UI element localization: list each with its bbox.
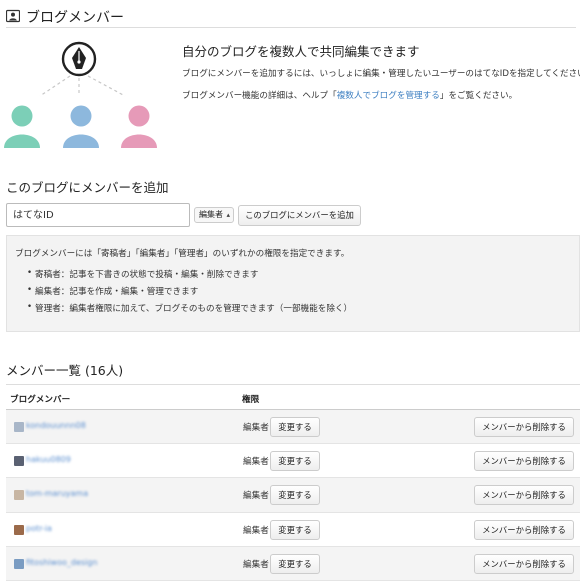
role-item-admin: 管理者：編集者権限に加えて、ブログそのものを管理できます（一部機能を除く）: [27, 302, 352, 319]
intro-help-prefix: ブログメンバー機能の詳細は、ヘルプ「: [182, 91, 337, 101]
role-info-lead: ブログメンバーには「寄稿者」「編集者」「管理者」のいずれかの権限を指定できます。: [15, 249, 350, 259]
hatena-id-input[interactable]: [6, 203, 190, 227]
help-link[interactable]: 複数人でブログを管理する: [337, 91, 440, 101]
role-item-contributor: 寄稿者：記事を下書きの状態で投稿・編集・削除できます: [27, 268, 352, 285]
member-table: ブログメンバー 権限 kondouunnn08 編集者 変更する メンバーから削…: [6, 384, 580, 581]
add-member-title: このブログにメンバーを追加: [6, 180, 169, 195]
intro-description: ブログにメンバーを追加するには、いっしょに編集・管理したいユーザーのはてなIDを…: [182, 69, 580, 79]
remove-member-button[interactable]: メンバーから削除する: [474, 451, 574, 472]
intro-help-text: ブログメンバー機能の詳細は、ヘルプ「複数人でブログを管理する」をご覧ください。: [182, 89, 517, 101]
avatar: [14, 422, 24, 432]
table-row: hakuu0809 編集者 変更する メンバーから削除する: [6, 444, 580, 479]
table-row: fitoshiwoo_design 編集者 変更する メンバーから削除する: [6, 546, 580, 581]
member-name-link[interactable]: potr-ia: [26, 524, 52, 533]
member-role: 編集者: [243, 559, 269, 570]
role-list: 寄稿者：記事を下書きの状態で投稿・編集・削除できます 編集者：記事を作成・編集・…: [27, 268, 352, 319]
member-role: 編集者: [243, 525, 269, 536]
role-info-box: ブログメンバーには「寄稿者」「編集者」「管理者」のいずれかの権限を指定できます。…: [6, 235, 580, 332]
table-row: potr-ia 編集者 変更する メンバーから削除する: [6, 513, 580, 547]
avatar: [14, 456, 24, 467]
member-name-link[interactable]: kondouunnn08: [26, 421, 86, 430]
member-list-title: メンバー一覧 (16人): [6, 363, 124, 378]
change-role-button[interactable]: 変更する: [270, 519, 320, 540]
select-arrows-icon: ▴: [226, 211, 230, 219]
member-name-link[interactable]: hakuu0809: [26, 455, 71, 464]
change-role-button[interactable]: 変更する: [270, 485, 320, 506]
add-member-button[interactable]: このブログにメンバーを追加: [238, 205, 361, 226]
remove-member-button[interactable]: メンバーから削除する: [474, 485, 574, 506]
col-role-header: 権限: [242, 395, 260, 405]
member-card-icon: [6, 9, 20, 23]
avatar: [14, 524, 24, 535]
page-title: ブログメンバー: [26, 10, 124, 26]
member-name-link[interactable]: tom-maruyama: [26, 489, 88, 498]
member-role: 編集者: [243, 423, 269, 433]
col-member-header: ブログメンバー: [10, 395, 71, 405]
change-role-button[interactable]: 変更する: [270, 417, 320, 437]
remove-member-button[interactable]: メンバーから削除する: [474, 519, 574, 540]
role-item-editor: 編集者：記事を作成・編集・管理できます: [27, 285, 352, 302]
table-row: kondouunnn08 編集者 変更する メンバーから削除する: [6, 410, 580, 445]
member-role: 編集者: [243, 457, 269, 468]
avatar: [14, 558, 24, 569]
page-header: ブログメンバー: [6, 6, 576, 28]
pen-nib-with-three-people-icon: [4, 41, 157, 148]
change-role-button[interactable]: 変更する: [270, 451, 320, 472]
intro-title: 自分のブログを複数人で共同編集できます: [182, 44, 420, 59]
avatar: [14, 490, 24, 501]
member-name-link[interactable]: fitoshiwoo_design: [26, 558, 97, 567]
change-role-button[interactable]: 変更する: [270, 553, 320, 574]
member-table-header: ブログメンバー 権限: [6, 384, 580, 410]
table-row: tom-maruyama 編集者 変更する メンバーから削除する: [6, 478, 580, 513]
role-select[interactable]: 編集者 ▴: [194, 207, 234, 223]
remove-member-button[interactable]: メンバーから削除する: [474, 417, 574, 437]
member-rows: kondouunnn08 編集者 変更する メンバーから削除する hakuu08…: [6, 410, 580, 581]
member-role: 編集者: [243, 491, 269, 502]
remove-member-button[interactable]: メンバーから削除する: [474, 553, 574, 574]
role-select-value: 編集者: [199, 210, 223, 219]
intro-help-suffix: 」をご覧ください。: [439, 91, 518, 101]
